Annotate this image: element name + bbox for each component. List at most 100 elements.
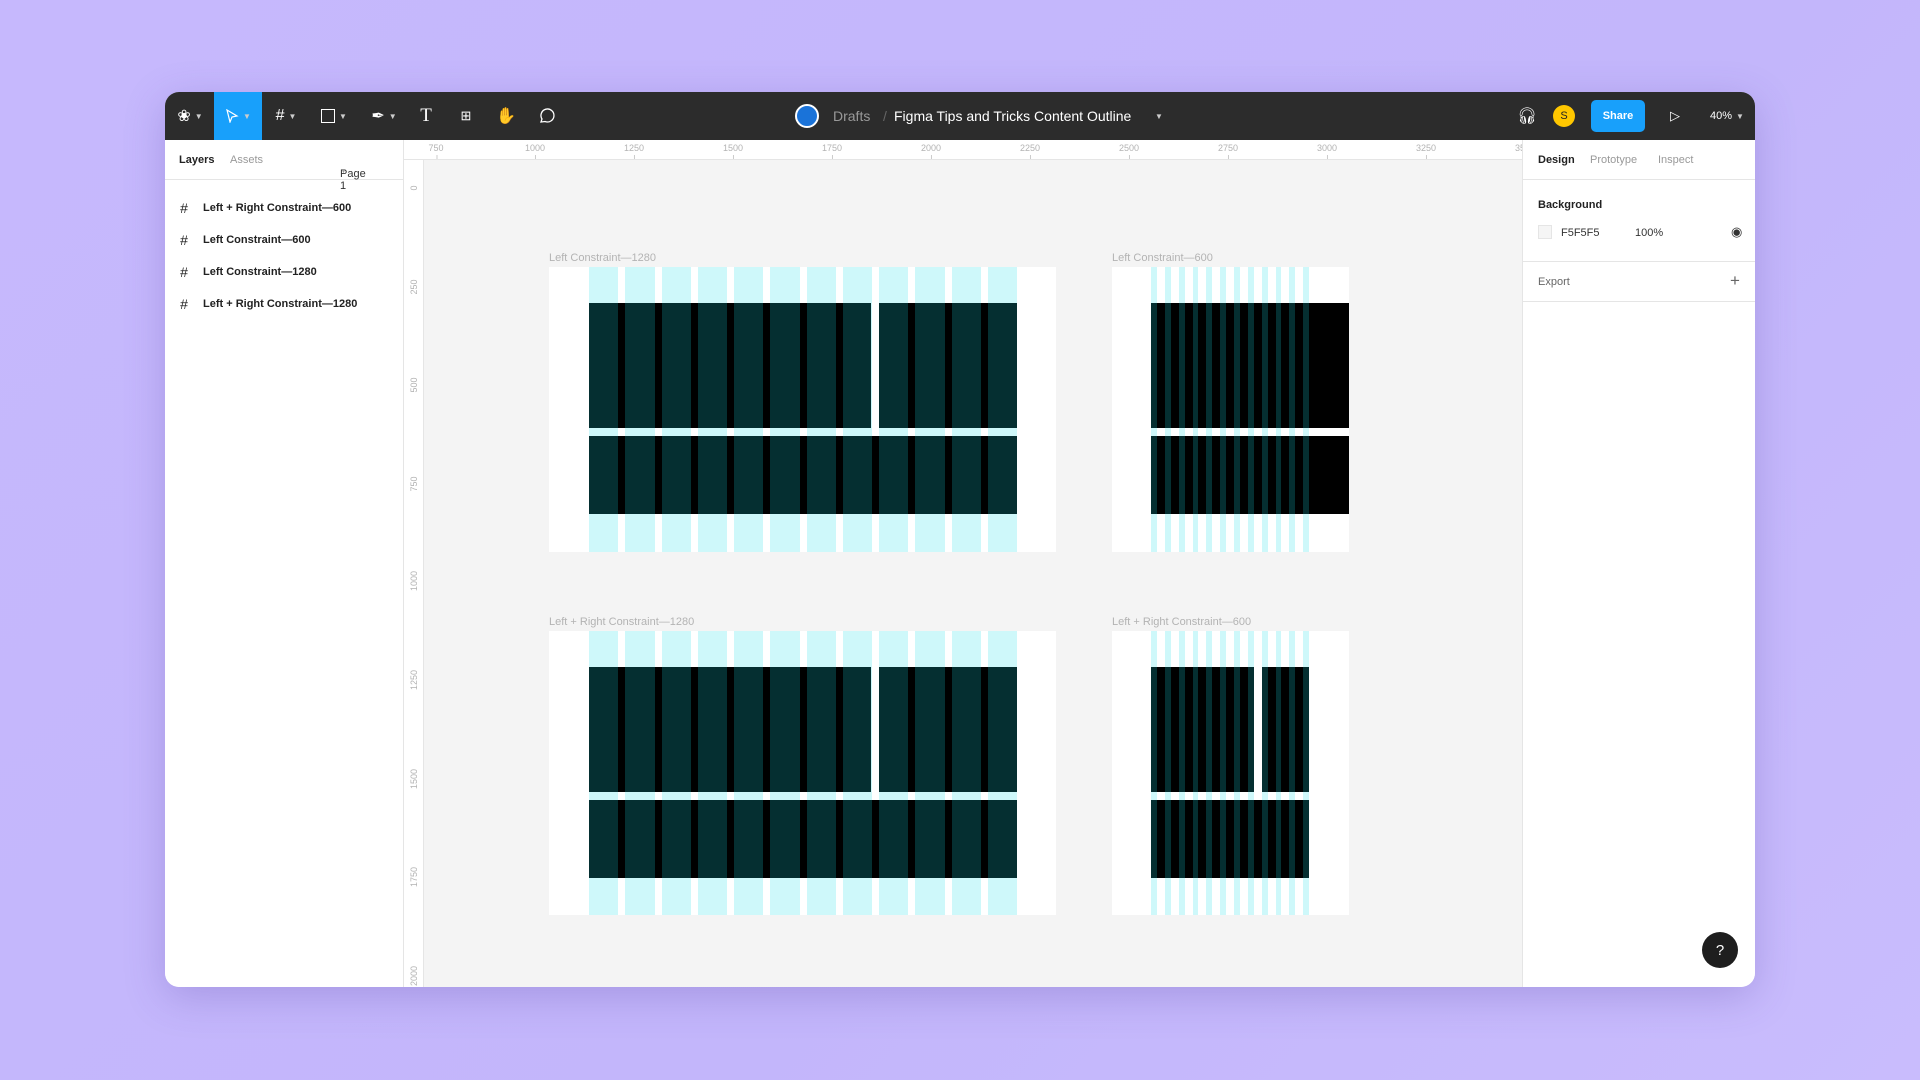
grid-column <box>1164 631 1171 915</box>
grid-column <box>697 631 727 915</box>
grid-column <box>1247 631 1254 915</box>
zoom-dropdown[interactable]: 40% ▼ <box>1705 92 1749 140</box>
grid-column <box>589 631 619 915</box>
tab-design[interactable]: Design <box>1538 154 1575 166</box>
frame-tool-button[interactable]: # ▼ <box>269 92 303 140</box>
file-title[interactable]: Figma Tips and Tricks Content Outline <box>894 92 1131 140</box>
layer-label: Left Constraint—1280 <box>203 266 317 278</box>
tab-layers[interactable]: Layers <box>179 154 214 166</box>
ruler-tick-label: 0 <box>409 185 419 191</box>
chevron-down-icon: ▼ <box>388 111 397 121</box>
layout-grid-columns <box>1151 267 1309 552</box>
components-button[interactable]: ⊞ <box>455 92 477 140</box>
ruler-tick-label: 1000 <box>524 143 546 159</box>
frame-left-constraint-600[interactable] <box>1112 267 1349 552</box>
background-hex-input[interactable]: F5F5F5 <box>1561 227 1600 239</box>
grid-column <box>1234 267 1240 552</box>
team-logo[interactable] <box>795 92 819 140</box>
layer-item[interactable]: # Left + Right Constraint—1280 <box>165 288 403 320</box>
audio-button[interactable]: 🎧︎ <box>1517 92 1537 140</box>
chevron-down-icon: ▼ <box>339 111 347 121</box>
grid-column <box>1192 267 1199 552</box>
frame-label[interactable]: Left + Right Constraint—1280 <box>549 616 694 628</box>
rectangle-icon <box>321 109 336 123</box>
grid-column <box>1206 631 1213 915</box>
rectangle-tool-button[interactable]: ▼ <box>317 92 351 140</box>
export-label: Export <box>1538 276 1570 288</box>
grid-column <box>1164 267 1171 552</box>
move-tool-button[interactable]: ▼ <box>214 92 262 140</box>
ruler-tick-label: 3250 <box>1415 143 1437 159</box>
frame-left-right-constraint-600[interactable] <box>1112 631 1349 915</box>
grid-column <box>625 631 655 915</box>
headphones-icon: 🎧︎ <box>1516 108 1538 125</box>
grid-column <box>1303 267 1309 552</box>
breadcrumb-separator: / <box>883 108 887 124</box>
comment-tool-button[interactable] <box>535 92 557 140</box>
ruler-tick-label: 2000 <box>409 965 419 986</box>
frame-label[interactable]: Left Constraint—1280 <box>549 252 656 264</box>
grid-column <box>625 267 655 552</box>
layer-item[interactable]: # Left + Right Constraint—600 <box>165 192 403 224</box>
grid-column <box>1289 631 1296 915</box>
frame-icon: # <box>180 264 188 280</box>
chevron-down-icon[interactable]: ▼ <box>1155 92 1163 140</box>
frame-label[interactable]: Left Constraint—600 <box>1112 252 1213 264</box>
hand-tool-button[interactable]: ✋ <box>495 92 517 140</box>
background-opacity-input[interactable]: 100% <box>1635 227 1663 239</box>
frame-hash-icon: # <box>275 107 285 124</box>
frame-left-right-constraint-1280[interactable] <box>549 631 1056 915</box>
grid-column <box>806 631 836 915</box>
grid-column <box>1234 631 1240 915</box>
horizontal-ruler: 750 1000 1250 1500 1750 2000 2250 2500 2750 3000 3… <box>404 140 1522 160</box>
figma-menu-button[interactable]: ❀ ▼ <box>171 92 209 140</box>
eye-icon[interactable]: ◉ <box>1731 224 1742 240</box>
help-button[interactable]: ? <box>1702 932 1738 968</box>
ruler-tick-label: 1500 <box>409 768 419 789</box>
grid-column <box>697 267 727 552</box>
add-export-icon[interactable]: + <box>1730 271 1740 291</box>
grid-column <box>951 631 981 915</box>
grid-column <box>734 267 764 552</box>
grid-column <box>1220 267 1226 552</box>
grid-column <box>915 631 945 915</box>
frame-left-constraint-1280[interactable] <box>549 267 1056 552</box>
frame-label[interactable]: Left + Right Constraint—600 <box>1112 616 1251 628</box>
ruler-tick-label: 1250 <box>623 143 645 159</box>
layout-grid-columns <box>589 267 1017 552</box>
avatar[interactable]: S <box>1553 92 1575 140</box>
breadcrumb-drafts[interactable]: Drafts <box>833 92 870 140</box>
grid-column <box>1206 267 1213 552</box>
layer-item[interactable]: # Left Constraint—600 <box>165 224 403 256</box>
grid-column <box>770 631 800 915</box>
grid-column <box>734 631 764 915</box>
frame-icon: # <box>180 232 188 248</box>
background-color-swatch[interactable] <box>1538 225 1552 239</box>
text-tool-button[interactable]: T <box>415 92 437 140</box>
grid-column <box>661 631 691 915</box>
zoom-level: 40% <box>1710 110 1733 122</box>
grid-column <box>842 631 872 915</box>
chevron-down-icon: ▼ <box>288 111 297 121</box>
figma-window: ❀ ▼ ▼ # ▼ ▼ ✒ ▼ T ⊞ ✋ Drafts / Figma Tips a… <box>165 92 1755 987</box>
chevron-down-icon: ▼ <box>194 111 203 121</box>
grid-column <box>842 267 872 552</box>
present-button[interactable]: ▷ <box>1665 92 1685 140</box>
ruler-tick-label: 750 <box>409 476 419 492</box>
pen-tool-button[interactable]: ✒ ▼ <box>367 92 401 140</box>
tab-assets[interactable]: Assets <box>230 154 263 166</box>
grid-column <box>987 631 1017 915</box>
figma-logo-icon: ❀ <box>177 108 191 125</box>
components-icon: ⊞ <box>460 108 472 123</box>
share-button[interactable]: Share <box>1591 100 1645 132</box>
grid-column <box>1178 631 1185 915</box>
frame-icon: # <box>180 200 188 216</box>
grid-column <box>1220 631 1226 915</box>
ruler-tick-label: 1000 <box>409 571 419 592</box>
layer-item[interactable]: # Left Constraint—1280 <box>165 256 403 288</box>
layer-label: Left + Right Constraint—600 <box>203 202 352 214</box>
tab-inspect[interactable]: Inspect <box>1658 154 1693 166</box>
tab-prototype[interactable]: Prototype <box>1590 154 1637 166</box>
grid-column <box>1192 631 1199 915</box>
play-icon: ▷ <box>1670 108 1680 123</box>
